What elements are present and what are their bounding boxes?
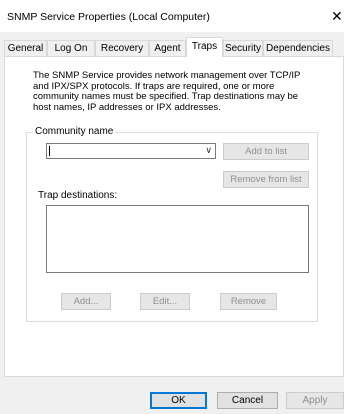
tab-log-on[interactable]: Log On	[47, 40, 95, 56]
title-bar: SNMP Service Properties (Local Computer)…	[0, 0, 344, 32]
edit-button[interactable]: Edit...	[140, 293, 190, 310]
tab-security[interactable]: Security	[223, 40, 263, 56]
dialog-window: SNMP Service Properties (Local Computer)…	[0, 0, 344, 414]
cancel-button[interactable]: Cancel	[217, 392, 278, 409]
add-to-list-button[interactable]: Add to list	[223, 143, 309, 160]
tab-recovery[interactable]: Recovery	[95, 40, 149, 56]
remove-from-list-button[interactable]: Remove from list	[223, 171, 309, 188]
community-name-label: Community name	[33, 126, 116, 137]
text-caret	[49, 146, 50, 156]
tab-strip: General Log On Recovery Agent Traps Secu…	[4, 37, 344, 57]
close-icon[interactable]: ✕	[331, 6, 344, 26]
apply-button[interactable]: Apply	[286, 392, 344, 409]
add-button[interactable]: Add...	[61, 293, 111, 310]
ok-button[interactable]: OK	[150, 392, 207, 409]
trap-destinations-list[interactable]	[46, 205, 309, 273]
window-title: SNMP Service Properties (Local Computer)	[7, 11, 210, 23]
chevron-down-icon[interactable]: ∨	[205, 145, 212, 156]
tab-general[interactable]: General	[4, 40, 47, 56]
tab-agent[interactable]: Agent	[149, 40, 186, 56]
trap-destinations-label: Trap destinations:	[38, 190, 118, 201]
community-name-combobox[interactable]: ∨	[46, 143, 216, 159]
tab-dependencies[interactable]: Dependencies	[263, 40, 333, 56]
tab-traps[interactable]: Traps	[186, 37, 223, 57]
description-text: The SNMP Service provides network manage…	[33, 70, 301, 113]
remove-button[interactable]: Remove	[220, 293, 277, 310]
